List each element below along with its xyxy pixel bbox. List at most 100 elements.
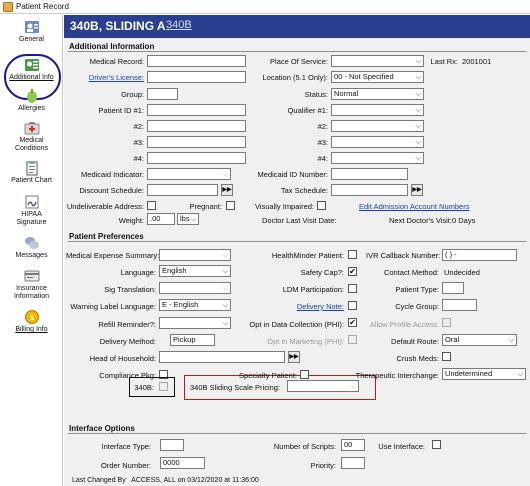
tax-schedule-lookup-button[interactable]: ▶▶ [411, 184, 423, 196]
qualifier4-select[interactable]: ⌵ [331, 152, 424, 164]
opt-data-checkbox[interactable]: ✔ [348, 318, 357, 327]
pregnant-checkbox[interactable] [226, 201, 235, 210]
insurance-card-icon [24, 270, 39, 282]
language-select[interactable]: English ⌵ [159, 265, 231, 277]
warning-label-language-label: Warning Label Language: [70, 302, 156, 311]
healthminder-label: HealthMinder Patient: [271, 251, 344, 260]
id3-field[interactable] [147, 136, 246, 148]
sidebar-item-messages[interactable]: Messages [0, 235, 63, 260]
medical-record-field[interactable] [147, 55, 246, 67]
undeliverable-checkbox[interactable] [147, 201, 156, 210]
sidebar-item-billing-info[interactable]: $ Billing Info [0, 309, 63, 334]
status-select[interactable]: Normal ⌵ [331, 88, 424, 100]
therapeutic-select[interactable]: Undetermined ⌵ [442, 368, 526, 380]
window-title: Patient Record [16, 2, 69, 11]
qualifier1-select[interactable]: ⌵ [331, 104, 424, 116]
location-select[interactable]: 00 - Not Specified ⌵ [331, 71, 424, 83]
id2-label: #2: [133, 122, 144, 131]
place-of-service-label: Place Of Service: [270, 57, 328, 66]
sliding-scale-select[interactable]: ⌵ [287, 380, 359, 392]
medical-record-label: Medical Record: [89, 57, 144, 66]
place-of-service-select[interactable]: ⌵ [331, 55, 424, 67]
allow-profile-checkbox[interactable] [442, 318, 451, 327]
delivery-note-link[interactable]: Delivery Note: [234, 302, 344, 311]
sidebar-item-medical-conditions[interactable]: Medical Conditions [0, 120, 63, 153]
sidebar-item-patient-chart[interactable]: Patient Chart [0, 160, 63, 185]
allergy-icon [26, 89, 37, 103]
sidebar: General Additional Info Allergies Medica… [0, 15, 63, 486]
cycle-group-field[interactable] [442, 299, 477, 311]
visually-impaired-checkbox[interactable] [317, 201, 326, 210]
delivery-method-field[interactable]: Pickup [170, 334, 215, 346]
default-route-select[interactable]: Oral ⌵ [442, 334, 517, 346]
interface-type-field[interactable] [160, 439, 184, 451]
priority-label: Priority: [310, 461, 336, 470]
chevron-down-icon: ⌵ [222, 252, 228, 259]
interface-type-label: Interface Type: [101, 442, 151, 451]
info-card-icon [24, 59, 39, 71]
medicaid-indicator-select[interactable]: ⌵ [147, 168, 231, 180]
order-number-field[interactable]: 0000 [160, 457, 205, 469]
sidebar-item-additional-info[interactable]: Additional Info [0, 57, 63, 82]
medicaid-id-field[interactable] [331, 168, 408, 180]
group-field[interactable] [147, 88, 178, 100]
ldm-checkbox[interactable] [348, 284, 357, 293]
weight-unit-select[interactable]: lbs ⌵ [177, 213, 199, 225]
crush-meds-checkbox[interactable] [442, 352, 451, 361]
refill-reminder-label: Refill Reminder?: [98, 320, 156, 329]
opt-marketing-checkbox[interactable] [348, 335, 357, 344]
sig-translation-select[interactable]: ⌵ [159, 282, 231, 294]
medical-expense-select[interactable]: ⌵ [159, 249, 231, 261]
qualifier1-label: Qualifier #1: [287, 106, 328, 115]
opt-data-label: Opt in Data Collection (PHI): [249, 320, 344, 329]
id4-label: #4: [133, 154, 144, 163]
chevron-down-icon: ⌵ [222, 302, 228, 309]
sidebar-item-general[interactable]: General [0, 19, 63, 44]
crush-meds-label: Crush Meds: [396, 354, 439, 363]
edit-admission-link[interactable]: Edit Admission Account Numbers [359, 202, 469, 211]
contact-method-label: Contact Method: [383, 268, 439, 277]
sidebar-item-label: General [19, 36, 44, 43]
refill-reminder-select[interactable]: ⌵ [159, 317, 231, 329]
patient-id1-field[interactable] [147, 104, 246, 116]
warning-label-language-select[interactable]: E - English ⌵ [159, 299, 231, 311]
healthminder-checkbox[interactable] [348, 250, 357, 259]
tax-schedule-field[interactable] [331, 184, 408, 196]
weight-field[interactable]: .00 [147, 213, 175, 225]
patient-type-label: Patient Type: [395, 285, 439, 294]
chevron-down-icon: ⌵ [415, 74, 421, 81]
priority-field[interactable] [341, 457, 365, 469]
id2-field[interactable] [147, 120, 246, 132]
sidebar-item-insurance-information[interactable]: Insurance Information [0, 268, 63, 301]
head-of-household-field[interactable] [159, 351, 285, 363]
qualifier2-select[interactable]: ⌵ [331, 120, 424, 132]
sidebar-item-hipaa-signature[interactable]: HIPAA Signature [0, 194, 63, 227]
qualifier3-label: #3: [317, 138, 328, 147]
specialty-patient-checkbox[interactable] [300, 370, 309, 379]
drivers-license-field[interactable] [147, 71, 246, 83]
b340-checkbox[interactable] [159, 382, 168, 391]
qualifier3-select[interactable]: ⌵ [331, 136, 424, 148]
head-of-household-lookup-button[interactable]: ▶▶ [288, 351, 300, 363]
ivr-field[interactable]: ( ) - [442, 249, 517, 261]
use-interface-checkbox[interactable] [432, 440, 441, 449]
patient-link[interactable]: 340B [166, 19, 192, 31]
discount-schedule-field[interactable] [147, 184, 218, 196]
ivr-label: IVR Callback Number: [366, 251, 441, 260]
discount-schedule-lookup-button[interactable]: ▶▶ [221, 184, 233, 196]
drivers-license-link[interactable]: Driver's License: [66, 73, 144, 82]
delivery-note-checkbox[interactable] [348, 301, 357, 310]
default-route-label: Default Route: [391, 337, 439, 346]
sidebar-item-label: Medical [19, 137, 44, 144]
head-of-household-label: Head of Household: [89, 354, 156, 363]
patient-type-field[interactable] [442, 282, 464, 294]
id4-field[interactable] [147, 152, 246, 164]
sliding-scale-label: 340B Sliding Scale Pricing: [190, 383, 281, 392]
chevron-down-icon: ⌵ [415, 139, 421, 146]
number-scripts-label: Number of Scripts: [273, 442, 336, 451]
sidebar-item-allergies[interactable]: Allergies [0, 88, 63, 113]
sidebar-item-label: Messages [15, 252, 48, 259]
number-scripts-field[interactable]: 00 [341, 439, 365, 451]
tax-schedule-label: Tax Schedule: [280, 186, 328, 195]
safety-cap-checkbox[interactable]: ✔ [348, 267, 357, 276]
